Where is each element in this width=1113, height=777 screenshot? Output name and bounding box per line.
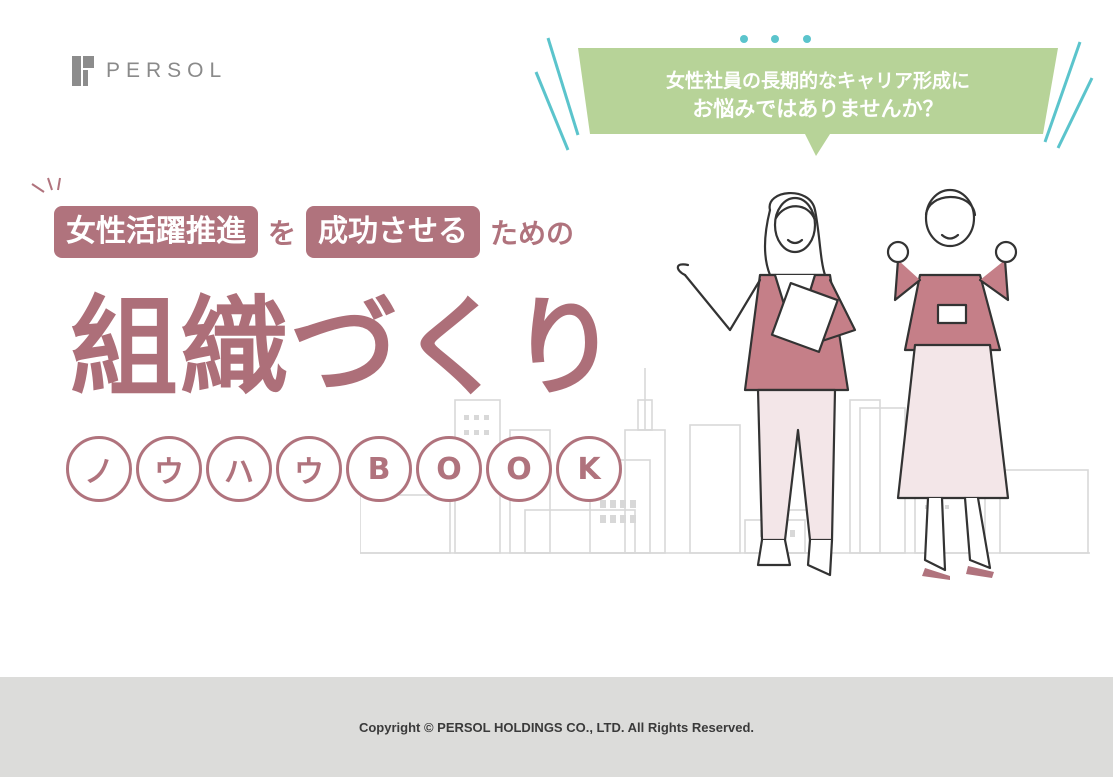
book-letter: B xyxy=(346,436,412,502)
footer: Copyright © PERSOL HOLDINGS CO., LTD. Al… xyxy=(0,677,1113,777)
book-letter: O xyxy=(416,436,482,502)
book-letter: ウ xyxy=(276,436,342,502)
book-letter: ウ xyxy=(136,436,202,502)
headline-suffix: ための xyxy=(490,217,575,250)
persol-logo-mark-icon xyxy=(72,56,94,86)
bubble-line-1: 女性社員の長期的なキャリア形成に xyxy=(665,70,970,92)
persol-logo: PERSOL xyxy=(72,56,227,86)
headline-particle: を xyxy=(268,217,297,250)
headline-tag-2: 成功させる xyxy=(306,206,481,258)
book-letter: O xyxy=(486,436,552,502)
book-letter: ハ xyxy=(206,436,272,502)
book-letter: ノ xyxy=(66,436,132,502)
book-letter: K xyxy=(556,436,622,502)
copyright-text: Copyright © PERSOL HOLDINGS CO., LTD. Al… xyxy=(358,719,755,735)
knowhow-book-badges: ノ ウ ハ ウ B O O K xyxy=(66,436,622,502)
emphasis-marks-icon xyxy=(31,177,61,193)
headline-tag-1: 女性活躍推進 xyxy=(54,206,258,258)
logo-text: PERSOL xyxy=(106,59,228,82)
bubble-line-2: お悩みではありませんか？ xyxy=(692,96,944,121)
headline: 女性活躍推進 を 成功させる ための xyxy=(54,206,574,258)
main-title: 組織づくり xyxy=(70,286,621,411)
two-women-illustration xyxy=(676,188,1018,580)
speech-bubble: 女性社員の長期的なキャリア形成に お悩みではありませんか？ xyxy=(530,30,1100,165)
